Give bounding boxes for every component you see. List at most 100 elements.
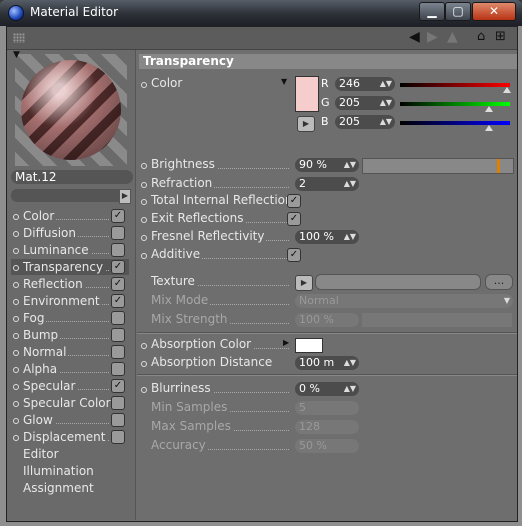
channel-checkbox[interactable]: ✓ xyxy=(111,379,125,393)
r-slider-knob[interactable] xyxy=(503,87,511,93)
channel-anim-dot[interactable] xyxy=(13,231,19,237)
channel-anim-dot[interactable] xyxy=(13,316,19,322)
max-samples-field[interactable]: 128 xyxy=(295,420,359,434)
refraction-field[interactable]: 2 ▲▼ xyxy=(295,177,359,191)
channel-item[interactable]: Alpha xyxy=(11,361,129,377)
channel-item[interactable]: Glow xyxy=(11,412,129,428)
texture-arrow-button[interactable]: ▶ xyxy=(295,275,313,291)
channel-item[interactable]: Transparency ✓ xyxy=(11,259,129,275)
channel-checkbox[interactable]: ✓ xyxy=(111,277,125,291)
mix-mode-select[interactable]: Normal ▼ xyxy=(295,294,513,308)
b-slider-knob[interactable] xyxy=(485,125,493,131)
g-slider[interactable] xyxy=(400,102,510,106)
channel-anim-dot[interactable] xyxy=(13,299,19,305)
maximize-button[interactable]: ▢ xyxy=(445,2,471,21)
channel-checkbox[interactable]: ✓ xyxy=(111,260,125,274)
fresnel-anim-dot[interactable] xyxy=(141,235,147,241)
channel-anim-dot[interactable] xyxy=(13,435,19,441)
channel-checkbox[interactable] xyxy=(111,328,125,342)
channel-item[interactable]: Diffusion xyxy=(11,225,129,241)
texture-more-button[interactable]: ... xyxy=(485,274,513,290)
channel-anim-dot[interactable] xyxy=(13,367,19,373)
min-samples-field[interactable]: 5 xyxy=(295,401,359,415)
channel-item[interactable]: Specular Color xyxy=(11,395,129,411)
new-panel-icon[interactable]: ⊞ xyxy=(495,29,506,45)
accuracy-field[interactable]: 50 % xyxy=(295,439,359,453)
channel-checkbox[interactable] xyxy=(111,311,125,325)
channel-item[interactable]: Color ✓ xyxy=(11,208,129,224)
g-slider-knob[interactable] xyxy=(485,106,493,112)
r-slider[interactable] xyxy=(400,83,510,87)
color-expand-button[interactable]: ▶ xyxy=(297,116,315,132)
exit-reflections-checkbox[interactable]: ✓ xyxy=(287,212,301,226)
material-preview[interactable]: ▼ xyxy=(13,50,127,166)
channel-item[interactable]: Luminance xyxy=(11,242,129,258)
channel-item[interactable]: Normal xyxy=(11,344,129,360)
blurriness-field[interactable]: 0 % ▲▼ xyxy=(295,382,359,396)
absorption-color-swatch[interactable] xyxy=(295,338,323,353)
texture-slot[interactable] xyxy=(315,274,481,290)
absorption-distance-anim-dot[interactable] xyxy=(141,361,147,367)
brightness-slider[interactable] xyxy=(362,158,514,174)
channel-checkbox[interactable]: ✓ xyxy=(111,294,125,308)
additive-anim-dot[interactable] xyxy=(141,253,147,259)
blurriness-anim-dot[interactable] xyxy=(141,387,147,393)
absorption-color-anim-dot[interactable] xyxy=(141,343,147,349)
channel-item[interactable]: Displacement xyxy=(11,429,129,445)
channel-anim-dot[interactable] xyxy=(13,401,19,407)
minimize-button[interactable]: ▁ xyxy=(419,2,445,21)
color-anim-dot[interactable] xyxy=(141,82,147,88)
channel-checkbox[interactable] xyxy=(111,243,125,257)
channel-item[interactable]: Fog xyxy=(11,310,129,326)
arrow-left-icon[interactable]: ◀ xyxy=(409,29,420,45)
b-slider[interactable] xyxy=(400,121,510,125)
channel-checkbox[interactable] xyxy=(111,413,125,427)
channel-checkbox[interactable] xyxy=(111,362,125,376)
g-field[interactable]: 205 ▲▼ xyxy=(335,96,395,110)
channel-checkbox[interactable] xyxy=(111,430,125,444)
r-field[interactable]: 246 ▲▼ xyxy=(335,77,395,91)
channel-anim-dot[interactable] xyxy=(13,282,19,288)
extra-item[interactable]: Illumination xyxy=(11,463,129,479)
extra-item[interactable]: Assignment xyxy=(11,480,129,496)
mix-strength-slider[interactable] xyxy=(362,313,512,327)
color-swatch[interactable] xyxy=(295,76,319,112)
channel-anim-dot[interactable] xyxy=(13,333,19,339)
channel-anim-dot[interactable] xyxy=(13,350,19,356)
grip-icon[interactable] xyxy=(13,33,25,43)
refraction-anim-dot[interactable] xyxy=(141,182,147,188)
channel-checkbox[interactable]: ✓ xyxy=(111,209,125,223)
arrow-up-icon[interactable]: ▲ xyxy=(447,29,458,45)
channel-anim-dot[interactable] xyxy=(13,214,19,220)
title-bar[interactable]: Material Editor ▁ ▢ ✕ xyxy=(0,0,522,26)
material-name-field[interactable]: Mat.12 xyxy=(11,170,133,184)
channel-item[interactable]: Bump xyxy=(11,327,129,343)
close-button[interactable]: ✕ xyxy=(472,2,516,21)
material-bar-button[interactable]: ▶ xyxy=(119,189,131,204)
brightness-field[interactable]: 90 % ▲▼ xyxy=(295,158,359,172)
tir-anim-dot[interactable] xyxy=(141,199,147,205)
channel-checkbox[interactable] xyxy=(111,345,125,359)
extra-item[interactable]: Editor xyxy=(11,446,129,462)
channel-item[interactable]: Reflection ✓ xyxy=(11,276,129,292)
arrow-right-icon[interactable]: ▶ xyxy=(427,29,438,45)
b-field[interactable]: 205 ▲▼ xyxy=(335,115,395,129)
channel-anim-dot[interactable] xyxy=(13,265,19,271)
channel-checkbox[interactable] xyxy=(111,396,125,410)
channel-anim-dot[interactable] xyxy=(13,418,19,424)
channel-anim-dot[interactable] xyxy=(13,248,19,254)
lock-icon[interactable]: ⌂ xyxy=(477,29,485,45)
absorption-expand-icon[interactable]: ▶ xyxy=(283,338,289,347)
channel-anim-dot[interactable] xyxy=(13,384,19,390)
preview-menu-icon[interactable]: ▼ xyxy=(13,50,20,60)
channel-item[interactable]: Specular ✓ xyxy=(11,378,129,394)
exit-reflections-anim-dot[interactable] xyxy=(141,217,147,223)
mix-strength-field[interactable]: 100 % xyxy=(295,313,359,327)
brightness-slider-marker[interactable] xyxy=(497,159,500,173)
tir-checkbox[interactable]: ✓ xyxy=(287,194,301,208)
channel-checkbox[interactable] xyxy=(111,226,125,240)
additive-checkbox[interactable]: ✓ xyxy=(287,248,301,262)
absorption-distance-field[interactable]: 100 m ▲▼ xyxy=(295,356,359,370)
color-menu-icon[interactable]: ▼ xyxy=(281,77,287,86)
brightness-anim-dot[interactable] xyxy=(141,163,147,169)
